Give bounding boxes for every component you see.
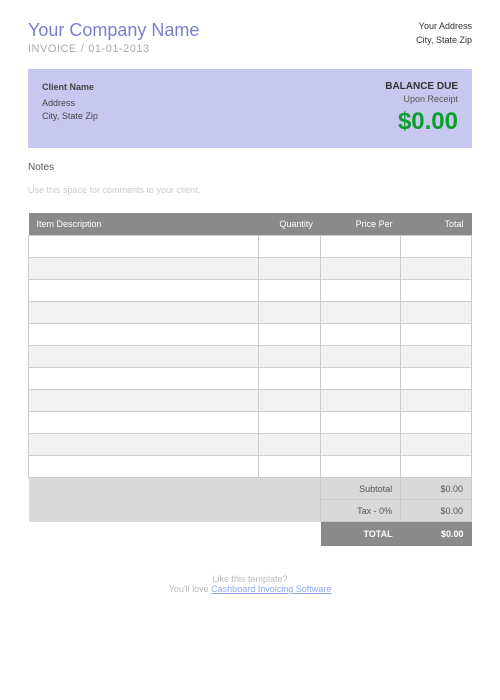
table-body: Subtotal $0.00 Tax - 0% $0.00 TOTAL $0.0…: [29, 236, 472, 547]
table-row: [29, 280, 472, 302]
footer-prefix: You'll love: [169, 584, 211, 594]
total-value: $0.00: [401, 522, 472, 547]
client-city: City, State Zip: [42, 110, 98, 124]
balance-amount: $0.00: [385, 108, 458, 136]
table-header: Item Description Quantity Price Per Tota…: [29, 213, 472, 236]
col-price: Price Per: [321, 213, 401, 236]
tax-row: Tax - 0% $0.00: [29, 500, 472, 522]
balance-block: BALANCE DUE Upon Receipt $0.00: [385, 81, 458, 136]
total-row: TOTAL $0.00: [29, 522, 472, 547]
address-line1: Your Address: [416, 20, 472, 34]
client-info: Client Name Address City, State Zip: [42, 81, 98, 136]
table-row: [29, 412, 472, 434]
footer-line1: Like this template?: [28, 574, 472, 584]
company-name: Your Company Name: [28, 20, 199, 41]
subtotal-row: Subtotal $0.00: [29, 478, 472, 500]
subtotal-value: $0.00: [401, 478, 472, 500]
table-row: [29, 390, 472, 412]
table-row: [29, 368, 472, 390]
table-row: [29, 324, 472, 346]
invoice-label: INVOICE: [28, 43, 77, 55]
invoice-line: INVOICE /01-01-2013: [28, 43, 199, 55]
total-label: TOTAL: [321, 522, 401, 547]
notes-label: Notes: [28, 162, 472, 173]
table-row: [29, 258, 472, 280]
col-description: Item Description: [29, 213, 259, 236]
table-row: [29, 346, 472, 368]
tax-value: $0.00: [401, 500, 472, 522]
items-table: Item Description Quantity Price Per Tota…: [28, 213, 472, 546]
tax-label: Tax - 0%: [321, 500, 401, 522]
col-quantity: Quantity: [259, 213, 321, 236]
col-total: Total: [401, 213, 472, 236]
footer: Like this template? You'll love Cashboar…: [28, 574, 472, 594]
table-row: [29, 456, 472, 478]
client-address: Address: [42, 97, 98, 111]
client-name: Client Name: [42, 81, 98, 95]
table-row: [29, 302, 472, 324]
invoice-date: 01-01-2013: [88, 43, 149, 55]
footer-link[interactable]: Cashboard Invoicing Software: [211, 584, 331, 594]
address-line2: City, State Zip: [416, 34, 472, 48]
notes-placeholder: Use this space for comments to your clie…: [28, 185, 472, 195]
table-row: [29, 236, 472, 258]
company-address: Your Address City, State Zip: [416, 20, 472, 55]
payment-terms: Upon Receipt: [385, 94, 458, 104]
separator: /: [81, 43, 85, 55]
client-box: Client Name Address City, State Zip BALA…: [28, 69, 472, 148]
company-block: Your Company Name INVOICE /01-01-2013: [28, 20, 199, 55]
header: Your Company Name INVOICE /01-01-2013 You…: [28, 20, 472, 55]
footer-line2: You'll love Cashboard Invoicing Software: [28, 584, 472, 594]
balance-due-label: BALANCE DUE: [385, 81, 458, 92]
subtotal-label: Subtotal: [321, 478, 401, 500]
table-row: [29, 434, 472, 456]
